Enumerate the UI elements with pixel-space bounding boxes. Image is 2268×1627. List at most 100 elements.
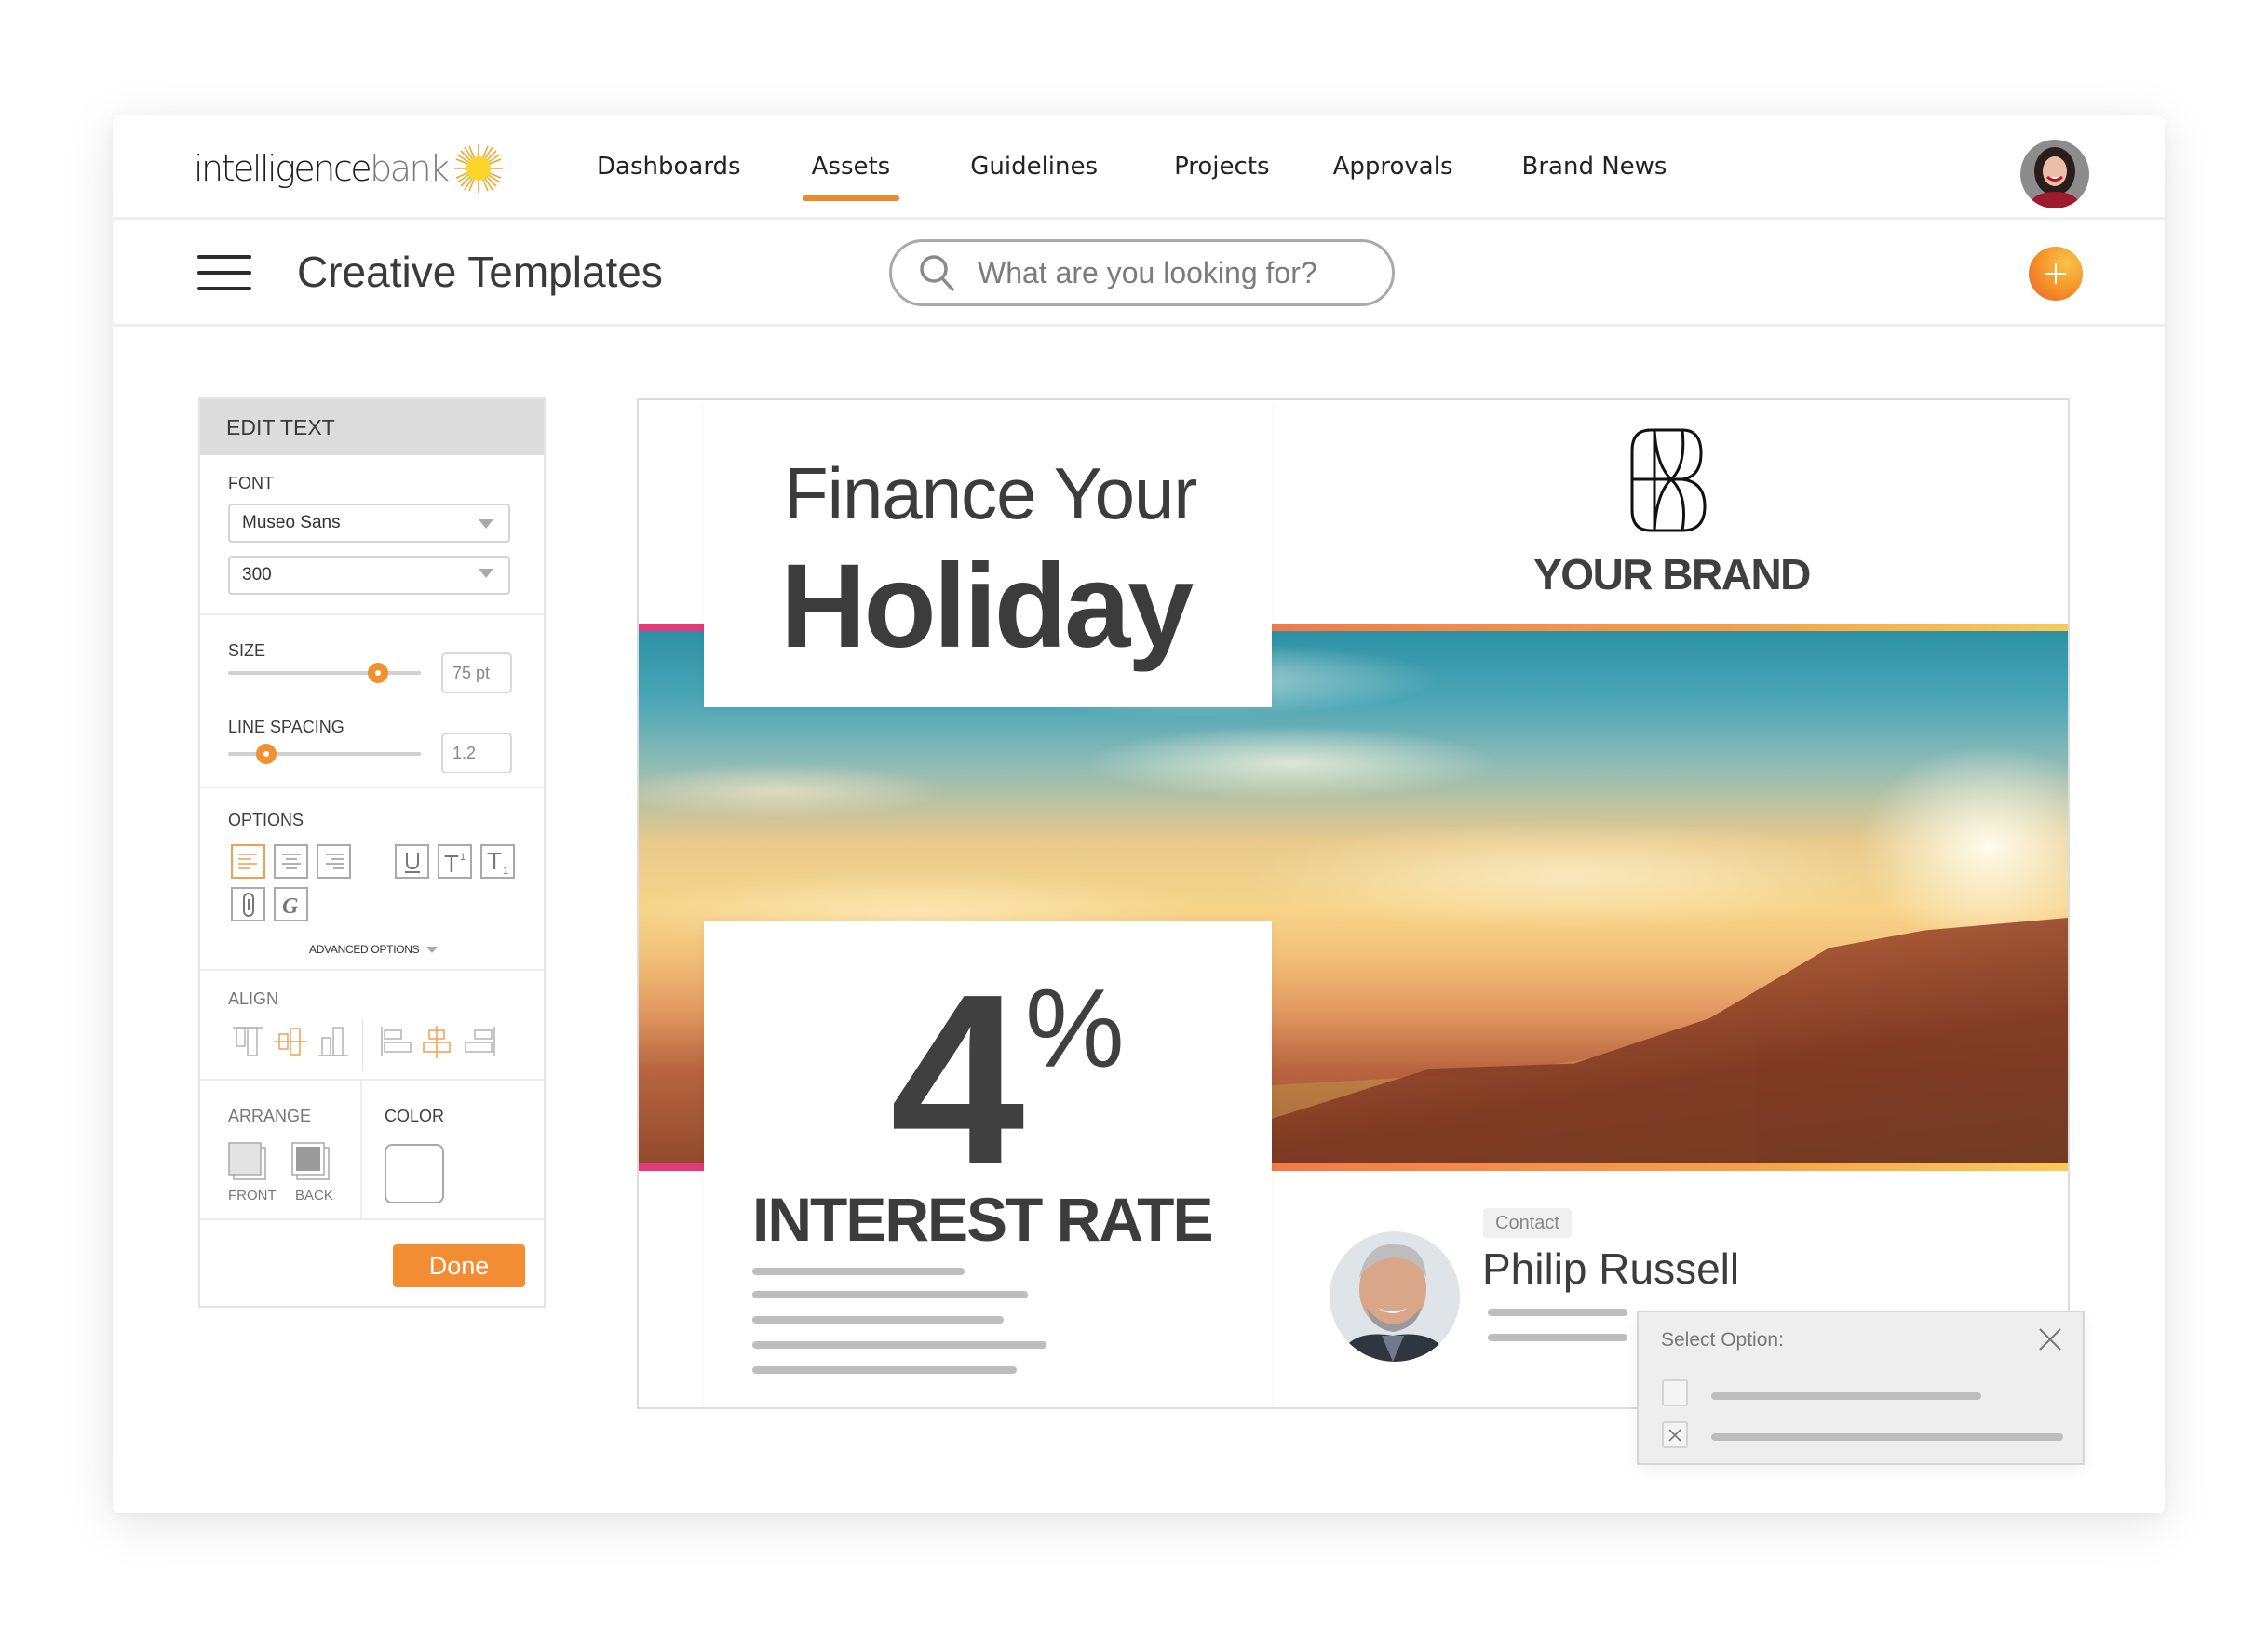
- align-center-horizontal-icon[interactable]: [420, 1025, 455, 1060]
- brand-name: YOUR BRAND: [1533, 550, 1811, 598]
- line-spacing-label: LINE SPACING: [228, 718, 344, 736]
- app-window: intelligence bank Dashboards Assets Guid…: [113, 115, 2165, 1513]
- accent-stripe: [1262, 624, 2068, 631]
- align-left-edge-icon[interactable]: [379, 1025, 414, 1060]
- align-center-icon: [281, 853, 301, 869]
- advanced-options-label: ADVANCED OPTIONS: [309, 943, 420, 956]
- placeholder-text-line: [752, 1366, 1017, 1374]
- advanced-options-toggle[interactable]: ADVANCED OPTIONS: [309, 943, 439, 956]
- underline-icon: [404, 852, 420, 873]
- accent-stripe: [639, 1163, 704, 1171]
- page-title: Creative Templates: [297, 248, 663, 296]
- arrange-divider: [360, 1081, 362, 1220]
- font-family-value: Museo Sans: [242, 513, 341, 532]
- rate-percent-symbol[interactable]: %: [1025, 973, 1125, 1084]
- font-family-select[interactable]: Museo Sans: [228, 504, 510, 543]
- headline-line-1[interactable]: Finance Your: [784, 451, 1197, 536]
- nav-projects[interactable]: Projects: [1174, 153, 1270, 181]
- font-weight-select[interactable]: 300: [228, 556, 510, 595]
- align-center-button[interactable]: [274, 844, 308, 879]
- nav-approvals[interactable]: Approvals: [1333, 153, 1453, 181]
- arrange-label: ARRANGE: [228, 1107, 312, 1125]
- contact-photo: [1330, 1231, 1460, 1362]
- user-avatar-image: [2020, 140, 2089, 208]
- headline-line-2[interactable]: Holiday: [780, 538, 1194, 675]
- search-input[interactable]: [978, 255, 1369, 290]
- menu-icon[interactable]: [197, 255, 251, 292]
- sun-logo-icon: [453, 144, 503, 193]
- option-label-placeholder: [1711, 1392, 1981, 1400]
- check-x-icon: [1668, 1428, 1681, 1442]
- align-right-edge-icon[interactable]: [463, 1025, 498, 1060]
- main-nav: Dashboards Assets Guidelines Projects Ap…: [597, 153, 1667, 201]
- intelligencebank-logo[interactable]: intelligence bank: [194, 143, 504, 194]
- popup-title: Select Option:: [1661, 1329, 1784, 1351]
- color-swatch[interactable]: [385, 1144, 444, 1203]
- subscript-button[interactable]: T1: [480, 844, 515, 879]
- done-button[interactable]: Done: [393, 1244, 525, 1287]
- align-middle-icon[interactable]: [274, 1025, 309, 1060]
- send-to-back-icon[interactable]: [291, 1142, 332, 1183]
- link-icon: [242, 892, 254, 917]
- brand-b-logo-icon: [1630, 428, 1707, 532]
- nav-assets[interactable]: Assets: [802, 153, 899, 201]
- panel-footer: Done: [200, 1220, 544, 1304]
- svg-text:G: G: [282, 894, 299, 918]
- color-label: COLOR: [385, 1107, 445, 1125]
- headline-text-box[interactable]: Finance Your Holiday: [704, 400, 1272, 707]
- accent-stripe: [639, 624, 704, 631]
- brand-block[interactable]: YOUR BRAND: [1272, 400, 2068, 624]
- align-left-icon: [237, 853, 257, 869]
- svg-text:T: T: [487, 849, 502, 875]
- search-box[interactable]: [889, 239, 1395, 306]
- bring-to-front-icon[interactable]: [228, 1142, 269, 1183]
- align-right-button[interactable]: [317, 844, 351, 879]
- contact-name[interactable]: Philip Russell: [1482, 1244, 1739, 1294]
- size-slider[interactable]: [228, 663, 421, 683]
- nav-dashboards[interactable]: Dashboards: [597, 153, 741, 181]
- option-checkbox[interactable]: [1662, 1421, 1688, 1448]
- select-option-popup: Select Option:: [1637, 1311, 2085, 1465]
- link-button[interactable]: [231, 887, 265, 921]
- align-left-button[interactable]: [231, 844, 265, 879]
- placeholder-text-line: [752, 1316, 1004, 1324]
- rate-label[interactable]: INTEREST RATE: [752, 1184, 1213, 1255]
- logo-text-intelligence: intelligence: [194, 148, 372, 189]
- back-label: BACK: [295, 1188, 333, 1203]
- align-bottom-icon[interactable]: [317, 1025, 352, 1060]
- size-slider-thumb[interactable]: [368, 663, 389, 683]
- align-label: ALIGN: [228, 989, 279, 1008]
- align-right-icon: [325, 853, 344, 869]
- align-top-icon[interactable]: [231, 1025, 266, 1060]
- nav-guidelines[interactable]: Guidelines: [970, 153, 1098, 181]
- size-input[interactable]: 75 pt: [441, 652, 512, 693]
- option-checkbox[interactable]: [1662, 1379, 1688, 1406]
- close-icon[interactable]: [2038, 1327, 2062, 1351]
- search-icon: [920, 255, 954, 291]
- contact-tag: Contact: [1483, 1208, 1572, 1238]
- nav-brand-news[interactable]: Brand News: [1522, 153, 1667, 181]
- size-section: SIZE 75 pt LINE SPACING 1.2: [200, 615, 544, 788]
- script-font-button[interactable]: G: [274, 887, 308, 921]
- line-spacing-input[interactable]: 1.2: [441, 733, 512, 773]
- superscript-button[interactable]: T1: [438, 844, 472, 879]
- accent-stripe: [1262, 1163, 2068, 1171]
- underline-button[interactable]: [395, 844, 429, 879]
- font-weight-value: 300: [242, 565, 272, 585]
- rate-number[interactable]: 4: [890, 959, 1025, 1201]
- placeholder-text-line: [1488, 1309, 1627, 1316]
- panel-header: EDIT TEXT: [200, 399, 544, 455]
- line-spacing-slider-thumb[interactable]: [256, 744, 277, 764]
- font-label: FONT: [228, 474, 274, 492]
- contact-portrait-image: [1330, 1231, 1460, 1362]
- secondary-toolbar: Creative Templates: [113, 222, 2165, 327]
- font-section: FONT Museo Sans 300: [200, 455, 544, 615]
- align-section: ALIGN: [200, 971, 544, 1081]
- rate-text-box[interactable]: 4 % INTEREST RATE: [704, 921, 1272, 1407]
- svg-text:1: 1: [503, 866, 508, 875]
- align-divider: [362, 1019, 363, 1071]
- user-avatar[interactable]: [2020, 140, 2089, 208]
- add-button[interactable]: [2029, 247, 2083, 301]
- line-spacing-slider[interactable]: [228, 744, 421, 764]
- placeholder-text-line: [752, 1291, 1028, 1298]
